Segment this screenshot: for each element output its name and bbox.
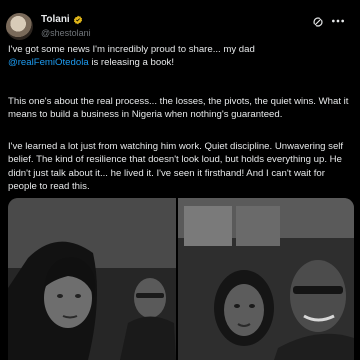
more-options-icon[interactable] — [330, 14, 346, 28]
tweet-paragraph-1: I've got some news I'm incredibly proud … — [8, 43, 354, 70]
tweet-paragraph-3: I've learned a lot just from watching hi… — [8, 141, 344, 193]
author-name[interactable]: Tolani — [41, 14, 70, 25]
author-handle[interactable]: @shestolani — [41, 28, 91, 38]
media-photo-2[interactable] — [178, 198, 354, 360]
tweet-paragraph-2: This one's about the real process... the… — [8, 96, 349, 121]
mention-link[interactable]: @realFemiOtedola — [8, 57, 89, 68]
grok-icon[interactable] — [312, 16, 324, 28]
author-name-row: Tolani — [41, 14, 83, 25]
photo-2-illustration — [178, 198, 354, 360]
media-photo-1[interactable] — [8, 198, 176, 360]
photo-1-illustration — [8, 198, 176, 360]
verified-badge-icon — [73, 15, 82, 24]
avatar[interactable] — [6, 13, 33, 40]
tweet-text-segment: is releasing a book! — [88, 57, 174, 69]
media-grid — [8, 198, 354, 360]
tweet-text-segment: I've got some news I'm incredibly proud … — [8, 44, 255, 55]
